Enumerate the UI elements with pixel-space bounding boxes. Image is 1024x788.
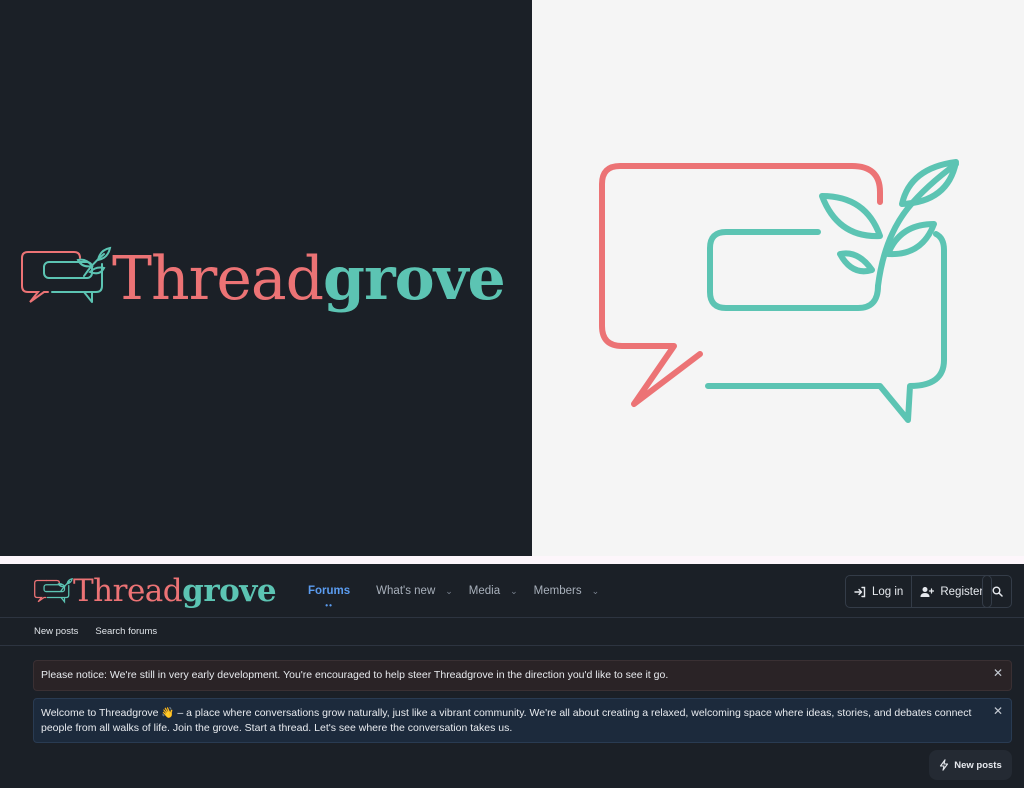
logo-wordmark: Threadgrove — [112, 249, 506, 309]
site-logo[interactable]: Threadgrove — [33, 573, 277, 609]
wordmark-grove: grove — [323, 244, 506, 314]
account-buttons: Log in Register — [845, 575, 993, 608]
logo-wordmark: Threadgrove — [73, 573, 277, 609]
new-posts-label: New posts — [954, 759, 1002, 771]
notice-development: Please notice: We're still in very early… — [33, 660, 1012, 691]
nav-tabs: Forums •• What's new ⌄ Media ⌄ Members ⌄ — [300, 564, 607, 618]
wordmark-thread: Thread — [112, 244, 324, 314]
notice-welcome: Welcome to Threadgrove 👋 – a place where… — [33, 698, 1012, 743]
tab-label: Media — [468, 585, 501, 597]
lightning-icon — [940, 759, 949, 771]
tab-members[interactable]: Members ⌄ — [526, 564, 607, 618]
subnav-search-forums[interactable]: Search forums — [95, 626, 157, 637]
tab-whats-new[interactable]: What's new ⌄ — [368, 564, 461, 618]
login-arrow-icon — [854, 586, 866, 597]
tab-media[interactable]: Media ⌄ — [461, 564, 526, 618]
register-label: Register — [940, 585, 984, 598]
active-indicator-dots: •• — [325, 601, 333, 610]
chevron-down-icon[interactable]: ⌄ — [445, 586, 453, 597]
logo-dark-panel: Threadgrove — [0, 0, 532, 556]
search-icon — [992, 586, 1003, 597]
forum-page: Threadgrove Forums •• What's new ⌄ Media… — [0, 564, 1024, 788]
tab-label: What's new — [376, 585, 436, 597]
speech-bubble-leaf-icon — [21, 246, 112, 303]
speech-bubble-leaf-icon — [34, 577, 73, 604]
subnav-new-posts[interactable]: New posts — [34, 626, 78, 637]
close-icon[interactable]: ✕ — [993, 705, 1003, 717]
login-button[interactable]: Log in — [846, 576, 911, 607]
sub-navigation: New posts Search forums — [0, 618, 1024, 646]
tab-label: Forums — [308, 585, 351, 597]
search-button[interactable] — [982, 575, 1012, 608]
brand-showcase: Threadgrove — [0, 0, 1024, 556]
notice-text: Please notice: We're still in very early… — [41, 669, 669, 681]
logo-lockup: Threadgrove — [18, 246, 506, 312]
wordmark-grove: grove — [182, 573, 277, 609]
tab-label: Members — [533, 585, 582, 597]
register-button[interactable]: Register — [911, 576, 991, 607]
new-posts-button[interactable]: New posts — [929, 750, 1012, 780]
speech-bubble-leaf-icon-large — [599, 159, 959, 423]
notice-text: Welcome to Threadgrove 👋 – a place where… — [41, 707, 972, 734]
close-icon[interactable]: ✕ — [993, 667, 1003, 679]
chevron-down-icon[interactable]: ⌄ — [592, 586, 600, 597]
chevron-down-icon[interactable]: ⌄ — [510, 586, 518, 597]
user-plus-icon — [920, 586, 935, 597]
wordmark-thread: Thread — [73, 573, 183, 609]
login-label: Log in — [872, 585, 904, 598]
tab-forums[interactable]: Forums •• — [300, 564, 358, 618]
top-navbar: Threadgrove Forums •• What's new ⌄ Media… — [0, 564, 1024, 618]
logo-light-panel — [532, 0, 1024, 556]
